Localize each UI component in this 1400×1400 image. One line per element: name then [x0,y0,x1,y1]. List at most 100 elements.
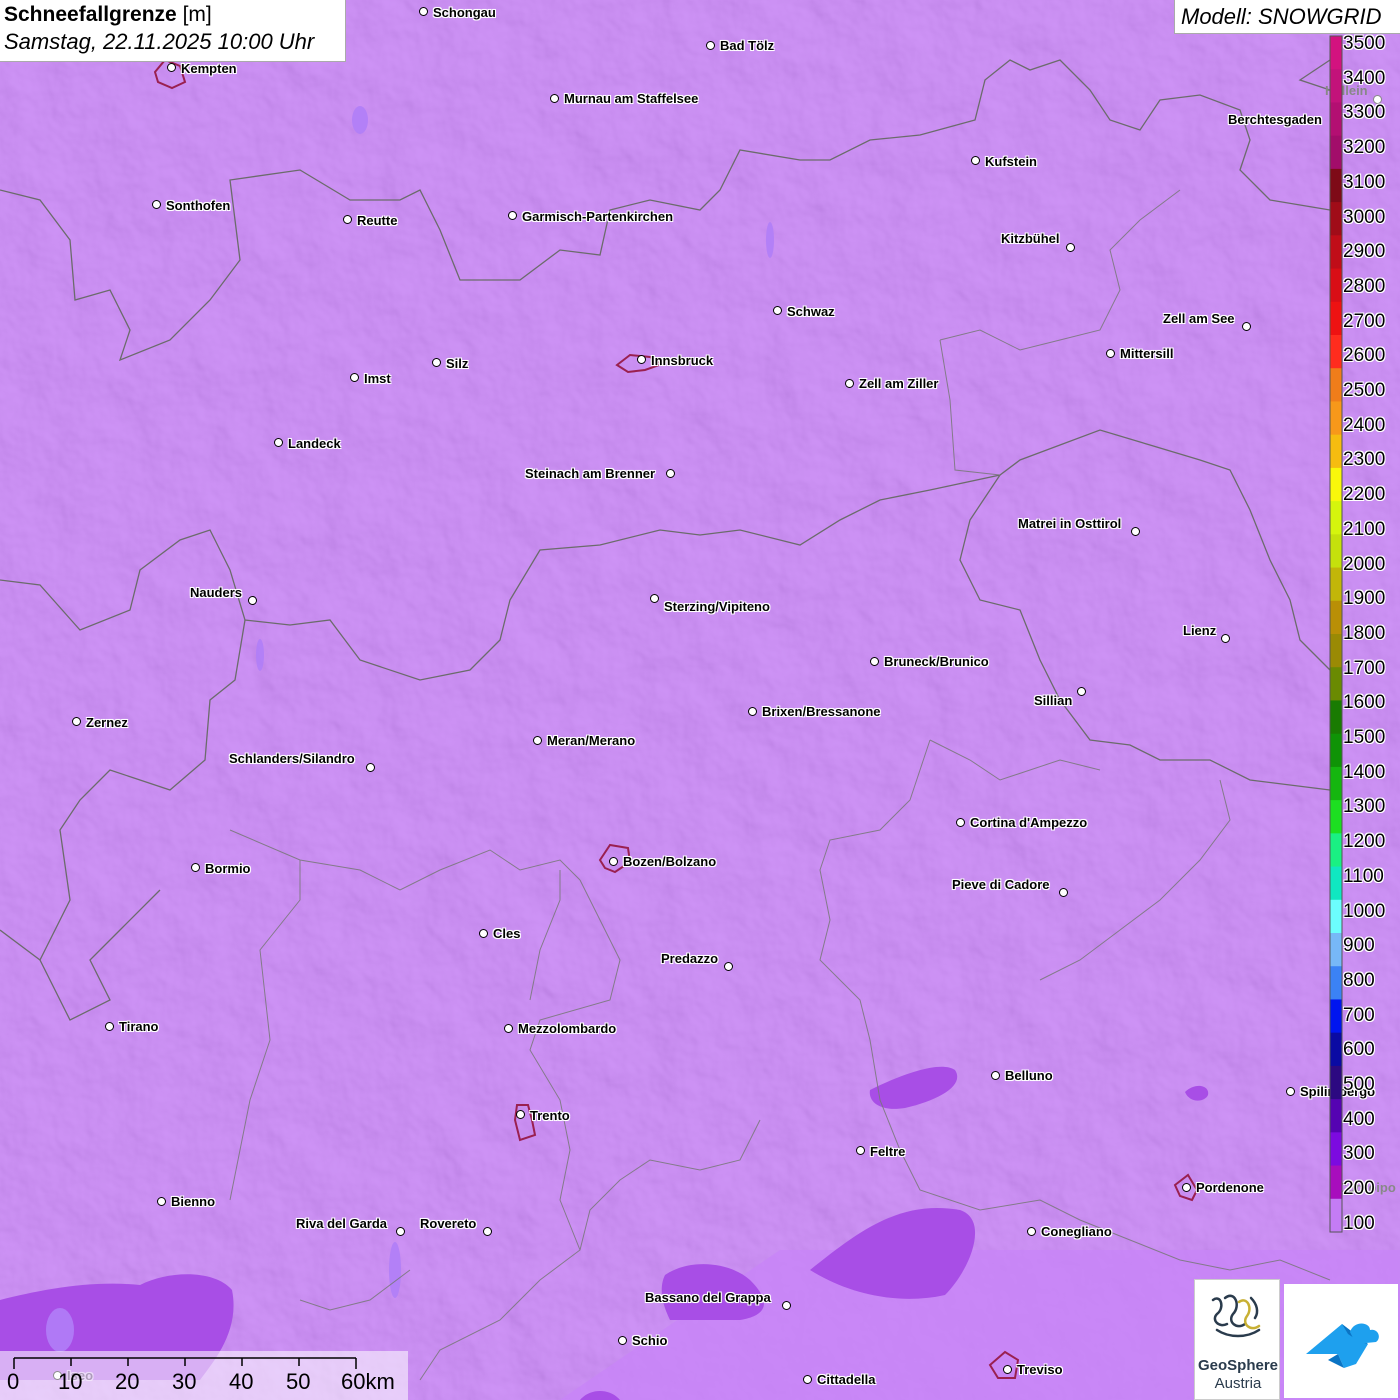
mountain-cloud-logo[interactable] [1284,1284,1398,1398]
city-dot-berchtesgaden [1333,117,1342,126]
legend-tick-label: 1800 [1343,622,1386,644]
geosphere-logo-line1: GeoSphere [1197,1357,1279,1374]
legend-tick-label: 2700 [1343,310,1386,332]
city-label-landeck: Landeck [288,436,341,451]
city-label-kempten: Kempten [181,61,237,76]
city-dot-zell-am-ziller [845,379,854,388]
city-dot-zernez [72,717,81,726]
city-label-lienz: Lienz [1183,623,1217,638]
city-label-riva-del-garda: Riva del Garda [296,1216,388,1231]
legend-tick-label: 800 [1343,969,1375,991]
legend-tick-label: 3000 [1343,206,1386,228]
scale-label: 30 [172,1369,197,1394]
city-label-zell-am-ziller: Zell am Ziller [859,376,939,391]
legend-tick-label: 700 [1343,1004,1375,1026]
city-dot-bormio [191,863,200,872]
map-canvas[interactable]: Schongau Bad Tölz Kempten Murnau am Staffel… [0,0,1400,1400]
city-label-sillian: Sillian [1034,693,1073,708]
city-label-treviso: Treviso [1017,1362,1063,1377]
scale-label: 50 [286,1369,311,1394]
scale-label: 10 [58,1369,83,1394]
legend-tick-label: 3500 [1343,33,1386,54]
city-label-matrei-in-osttirol: Matrei in Osttirol [1018,516,1122,531]
city-label-zernez: Zernez [86,715,128,730]
city-dot-conegliano [1027,1227,1036,1236]
scale-label: 60km [341,1369,395,1394]
scale-label: 40 [229,1369,254,1394]
city-label-bienno: Bienno [171,1194,216,1209]
city-dot-cittadella [803,1375,812,1384]
city-label-mittersill: Mittersill [1120,346,1174,361]
legend-tick-label: 1600 [1343,692,1386,714]
city-label-predazzo: Predazzo [661,951,719,966]
city-label-sterzing-vipiteno: Sterzing/Vipiteno [664,599,770,614]
city-label-feltre: Feltre [870,1144,906,1159]
city-dot-meran-merano [533,736,542,745]
city-dot-bozen-bolzano [609,857,618,866]
legend-tick-label: 2400 [1343,414,1386,436]
city-label-zell-am-see: Zell am See [1163,311,1235,326]
city-dot-lienz [1221,634,1230,643]
legend-tick-label: 300 [1343,1143,1375,1165]
city-dot-cles [479,929,488,938]
city-label-cittadella: Cittadella [817,1372,876,1387]
geosphere-emblem-icon [1211,1294,1261,1338]
city-dot-schwaz [773,306,782,315]
city-label-pordenone: Pordenone [1196,1180,1264,1195]
city-label-belluno: Belluno [1005,1068,1053,1083]
legend-tick-label: 400 [1343,1108,1375,1130]
city-label-nauders: Nauders [190,585,243,600]
legend-tick-label: 200 [1343,1178,1375,1200]
city-dot-kitzb-hel [1066,243,1075,252]
legend-tick-label: 1000 [1343,900,1386,922]
city-dot-pieve-di-cadore [1059,888,1068,897]
city-label-bozen-bolzano: Bozen/Bolzano [623,854,717,869]
city-dot-landeck [274,438,283,447]
city-dot-spilimbergo [1286,1087,1295,1096]
city-dot-bienno [157,1197,166,1206]
city-dot-brixen-bressanone [748,707,757,716]
city-dot-schio [618,1336,627,1345]
city-label-brixen-bressanone: Brixen/Bressanone [762,704,881,719]
city-dot-sillian [1077,687,1086,696]
legend-tick-label: 2200 [1343,484,1386,506]
legend-tick-label: 1400 [1343,761,1386,783]
legend-tick-label: 1100 [1343,865,1384,887]
scale-label: 20 [115,1369,140,1394]
city-dot-mittersill [1106,349,1115,358]
legend-tick-label: 1900 [1343,588,1386,610]
legend-tick-label: 900 [1343,935,1375,957]
map-title: Schneefallgrenze [m] [4,3,212,26]
city-dot-nauders [248,596,257,605]
city-dot-matrei-in-osttirol [1131,527,1140,536]
city-dot-steinach-am-brenner [666,469,675,478]
city-label-imst: Imst [364,371,391,386]
city-dot-tirano [105,1022,114,1031]
city-label-reutte: Reutte [357,213,398,228]
city-dot-schlanders-silandro [366,763,375,772]
city-label-kufstein: Kufstein [985,154,1037,169]
city-label-steinach-am-brenner: Steinach am Brenner [525,466,656,481]
legend-tick-label: 1300 [1343,796,1386,818]
geosphere-logo[interactable]: GeoSphere Austria [1194,1279,1280,1400]
scale-label: 0 [7,1369,20,1394]
city-label-silz: Silz [446,356,469,371]
legend-tick-label: 100 [1343,1212,1375,1234]
city-label-mezzolombardo: Mezzolombardo [518,1021,617,1036]
model-label: Modell: SNOWGRID [1174,0,1400,34]
city-label-schlanders-silandro: Schlanders/Silandro [229,751,355,766]
legend-tick-label: 2000 [1343,553,1386,575]
city-dot-innsbruck [637,355,646,364]
legend-tick-label: 1500 [1343,727,1386,748]
city-label-bormio: Bormio [205,861,251,876]
legend-tick-label: 3100 [1343,171,1386,193]
legend-tick-label: 3400 [1343,67,1386,89]
city-label-trento: Trento [530,1108,570,1123]
city-label-garmisch-partenkirchen: Garmisch-Partenkirchen [522,209,674,224]
city-dot-rovereto [483,1227,492,1236]
city-dot-predazzo [724,962,733,971]
city-label-meran-merano: Meran/Merano [547,733,636,748]
city-label-innsbruck: Innsbruck [651,353,714,368]
city-dot-treviso [1003,1365,1012,1374]
city-dot-cortina-d-ampezzo [956,818,965,827]
